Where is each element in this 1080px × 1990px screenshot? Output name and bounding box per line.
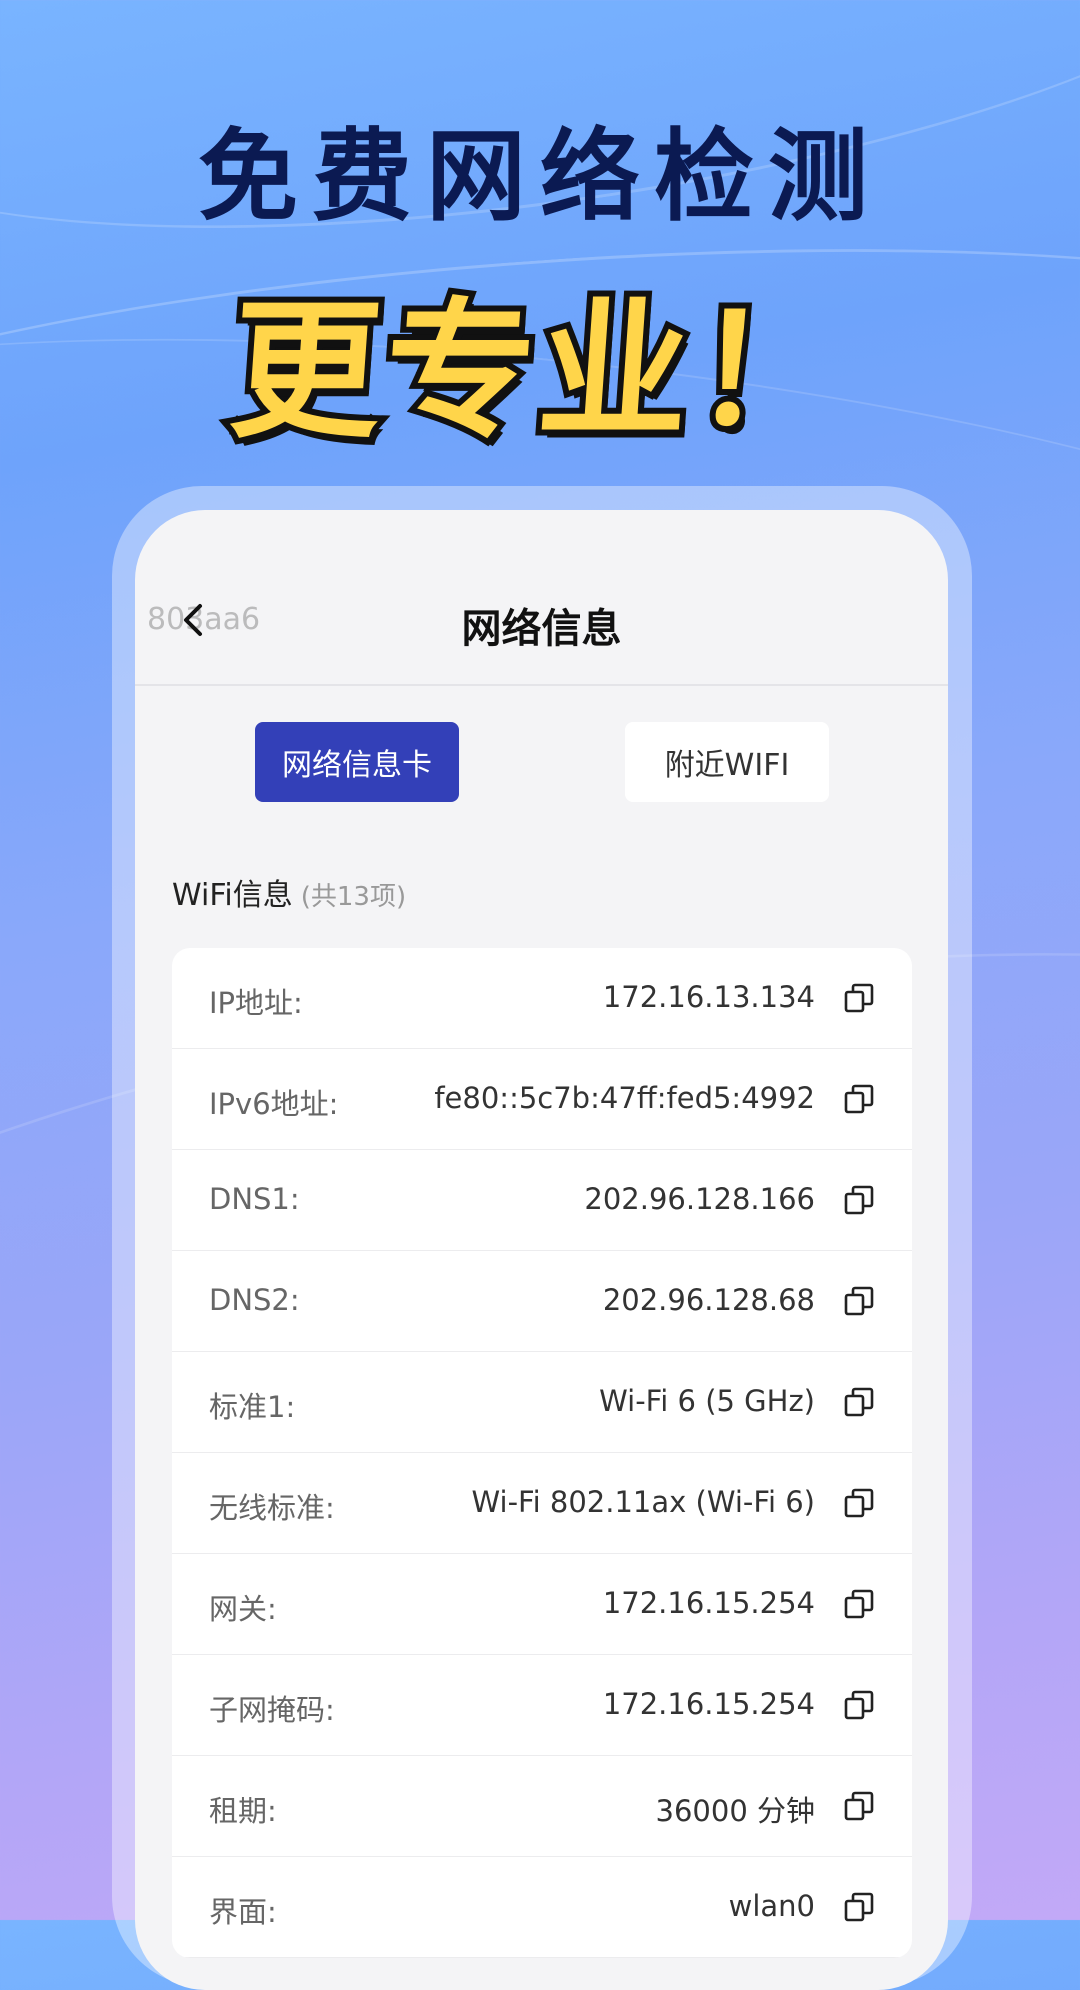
section-heading: WiFi信息 (共13项) [172, 870, 406, 914]
row-label: DNS2: [209, 1283, 300, 1317]
info-row-lease: 租期: 36000 分钟 [172, 1756, 912, 1857]
row-value: Wi-Fi 6 (5 GHz) [599, 1384, 815, 1418]
page-title: 网络信息 [461, 606, 622, 652]
nav-bar: 803aa6 网络信息 [135, 510, 948, 686]
row-value: 202.96.128.166 [584, 1182, 815, 1216]
row-label: IP地址: [209, 986, 303, 1020]
tab-nearby-wifi[interactable]: 附近WIFI [625, 722, 829, 802]
copy-icon[interactable] [843, 1083, 875, 1115]
section-count: (共13项) [300, 882, 407, 912]
info-row-subnet-mask: 子网掩码: 172.16.15.254 [172, 1655, 912, 1756]
copy-icon[interactable] [843, 1285, 875, 1317]
row-label: DNS1: [209, 1182, 300, 1216]
row-label: 无线标准: [209, 1491, 335, 1525]
tab-network-info-card[interactable]: 网络信息卡 [255, 722, 459, 802]
row-label: 子网掩码: [209, 1693, 335, 1727]
copy-icon[interactable] [843, 1386, 875, 1418]
row-value: 172.16.13.134 [602, 980, 815, 1014]
promo-subheadline: 更专业！ [219, 279, 859, 465]
info-row-ipv6: IPv6地址: fe80::5c7b:47ff:fed5:4992 [172, 1049, 912, 1150]
copy-icon[interactable] [843, 1184, 875, 1216]
copy-icon[interactable] [843, 1689, 875, 1721]
info-row-dns2: DNS2: 202.96.128.68 [172, 1251, 912, 1352]
info-row-dns1: DNS1: 202.96.128.166 [172, 1150, 912, 1251]
copy-icon[interactable] [843, 1588, 875, 1620]
phone-screen: 803aa6 网络信息 网络信息卡 附近WIFI WiFi信息 (共13项) IP… [135, 510, 948, 1990]
info-row-ip: IP地址: 172.16.13.134 [172, 948, 912, 1049]
row-value: 36000 分钟 [655, 1794, 815, 1828]
row-value: Wi-Fi 802.11ax (Wi-Fi 6) [471, 1485, 815, 1519]
row-value: fe80::5c7b:47ff:fed5:4992 [434, 1081, 815, 1115]
row-label: 界面: [209, 1895, 277, 1929]
copy-icon[interactable] [843, 1487, 875, 1519]
info-card: IP地址: 172.16.13.134 IPv6地址: fe80::5c7b:4… [172, 948, 912, 1958]
row-label: 网关: [209, 1592, 277, 1626]
info-row-standard1: 标准1: Wi-Fi 6 (5 GHz) [172, 1352, 912, 1453]
row-value: 202.96.128.68 [602, 1283, 815, 1317]
row-label: 租期: [209, 1794, 277, 1828]
row-label: IPv6地址: [209, 1087, 339, 1121]
promo-headline: 免费网络检测 [198, 118, 882, 235]
row-value: wlan0 [728, 1889, 815, 1923]
row-label: 标准1: [209, 1390, 296, 1424]
info-row-wireless-standard: 无线标准: Wi-Fi 802.11ax (Wi-Fi 6) [172, 1453, 912, 1554]
section-title: WiFi信息 [172, 878, 293, 913]
info-row-gateway: 网关: 172.16.15.254 [172, 1554, 912, 1655]
row-value: 172.16.15.254 [602, 1687, 815, 1721]
row-value: 172.16.15.254 [602, 1586, 815, 1620]
info-row-interface: 界面: wlan0 [172, 1857, 912, 1958]
copy-icon[interactable] [843, 1891, 875, 1923]
copy-icon[interactable] [843, 982, 875, 1014]
copy-icon[interactable] [843, 1790, 875, 1822]
